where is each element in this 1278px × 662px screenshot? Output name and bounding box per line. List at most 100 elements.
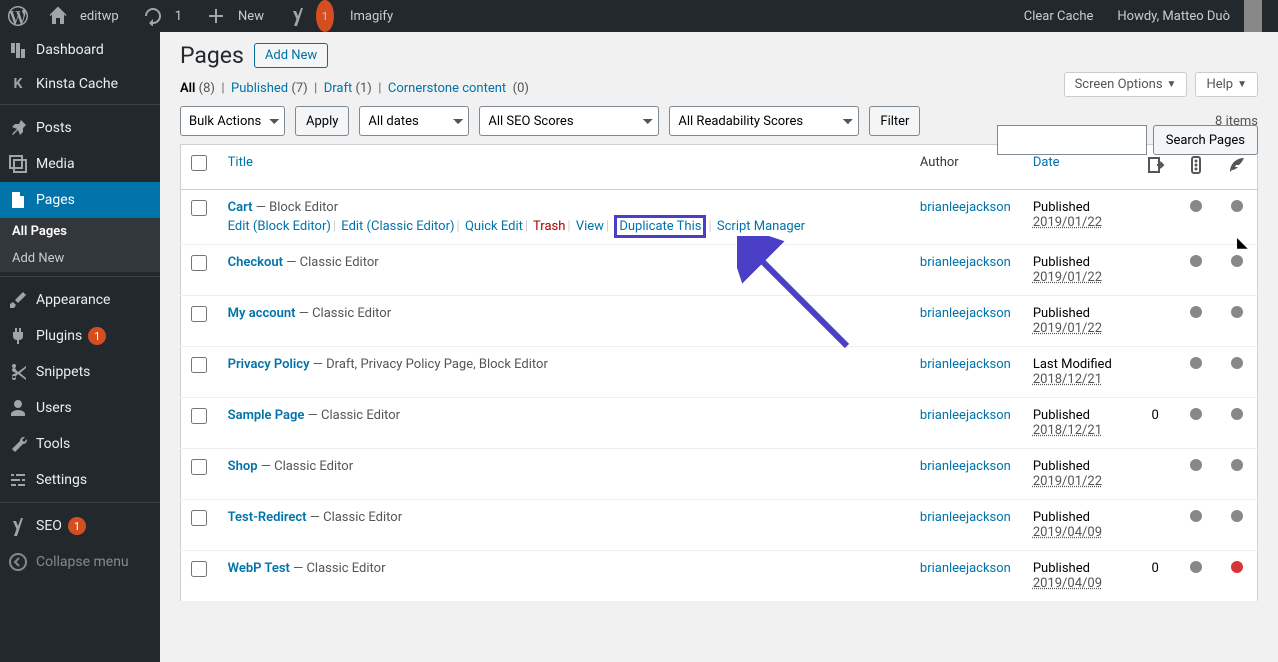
readability-dot	[1231, 357, 1243, 369]
author-link[interactable]: brianleejackson	[920, 561, 1011, 576]
duplicate-link[interactable]: Duplicate This	[614, 215, 706, 238]
comments-cell	[1135, 296, 1176, 347]
date-label: Last Modified	[1033, 357, 1112, 372]
author-link[interactable]: brianleejackson	[920, 459, 1011, 474]
sidebar-item-dashboard[interactable]: Dashboard	[0, 32, 160, 68]
main-content: Screen Options▼ Help▼ Pages Add New All …	[160, 32, 1278, 662]
page-title-link[interactable]: Shop	[228, 459, 258, 474]
view-draft[interactable]: Draft	[324, 81, 353, 96]
row-checkbox[interactable]	[191, 200, 207, 216]
apply-button[interactable]: Apply	[295, 106, 349, 136]
row-checkbox[interactable]	[191, 459, 207, 475]
bulk-actions-select[interactable]: Bulk Actions	[180, 106, 285, 136]
page-title-link[interactable]: My account	[228, 306, 296, 321]
date-label: Published	[1033, 561, 1090, 576]
dates-select[interactable]: All dates	[359, 106, 469, 136]
row-checkbox[interactable]	[191, 306, 207, 322]
sidebar-item-users[interactable]: Users	[0, 390, 160, 426]
sidebar-item-plugins[interactable]: Plugins1	[0, 318, 160, 354]
edit-classic-link[interactable]: Edit (Classic Editor)	[341, 219, 454, 234]
author-link[interactable]: brianleejackson	[920, 255, 1011, 270]
sidebar-item-media[interactable]: Media	[0, 146, 160, 182]
seo-dot	[1190, 306, 1202, 318]
table-row: Privacy Policy — Draft, Privacy Policy P…	[181, 347, 1258, 398]
view-link[interactable]: View	[576, 219, 604, 234]
sidebar-subitem-all-pages[interactable]: All Pages	[0, 218, 160, 245]
row-checkbox[interactable]	[191, 408, 207, 424]
add-new-button[interactable]: Add New	[254, 43, 328, 68]
table-row: Sample Page — Classic Editor brianleejac…	[181, 398, 1258, 449]
page-title-link[interactable]: Sample Page	[228, 408, 305, 423]
sidebar-item-appearance[interactable]: Appearance	[0, 282, 160, 318]
sidebar-collapse[interactable]: Collapse menu	[0, 544, 160, 580]
page-state: — Classic Editor	[283, 255, 379, 270]
script-manager-link[interactable]: Script Manager	[717, 219, 805, 234]
admin-sidebar: Dashboard KKinsta Cache Posts Media Page…	[0, 32, 160, 662]
page-title-link[interactable]: Privacy Policy	[228, 357, 310, 372]
author-link[interactable]: brianleejackson	[920, 306, 1011, 321]
sidebar-item-pages[interactable]: Pages	[0, 182, 160, 218]
view-cornerstone[interactable]: Cornerstone content	[388, 81, 506, 96]
seo-dot	[1190, 459, 1202, 471]
sidebar-item-settings[interactable]: Settings	[0, 462, 160, 498]
row-checkbox[interactable]	[191, 510, 207, 526]
select-all-checkbox[interactable]	[191, 155, 207, 171]
sidebar-item-posts[interactable]: Posts	[0, 110, 160, 146]
page-title-link[interactable]: Test-Redirect	[228, 510, 307, 525]
table-row: Checkout — Classic Editor brianleejackso…	[181, 245, 1258, 296]
author-link[interactable]: brianleejackson	[920, 200, 1011, 215]
search-input[interactable]	[997, 125, 1147, 155]
row-checkbox[interactable]	[191, 357, 207, 373]
yoast-link[interactable]: 1	[280, 0, 342, 32]
updates-link[interactable]: 1	[135, 0, 198, 32]
readability-select[interactable]: All Readability Scores	[669, 106, 859, 136]
search-button[interactable]: Search Pages	[1153, 125, 1258, 155]
seo-score-select[interactable]: All SEO Scores	[479, 106, 659, 136]
comments-cell: 0	[1135, 398, 1176, 449]
author-link[interactable]: brianleejackson	[920, 510, 1011, 525]
feather-icon	[1227, 155, 1247, 175]
sidebar-item-tools[interactable]: Tools	[0, 426, 160, 462]
new-link[interactable]: New	[198, 0, 280, 32]
clear-cache-link[interactable]: Clear Cache	[1016, 0, 1102, 32]
page-title-link[interactable]: Checkout	[228, 255, 283, 270]
view-published[interactable]: Published	[231, 81, 288, 96]
sidebar-item-snippets[interactable]: Snippets	[0, 354, 160, 390]
plus-icon	[206, 6, 226, 26]
readability-dot	[1231, 561, 1243, 573]
date-value: 2019/04/09	[1033, 525, 1102, 540]
date-value: 2019/01/22	[1033, 474, 1102, 489]
howdy-link[interactable]: Howdy, Matteo Duò	[1101, 0, 1270, 32]
trash-link[interactable]: Trash	[533, 219, 565, 234]
page-title-link[interactable]: WebP Test	[228, 561, 290, 576]
page-title-link[interactable]: Cart	[228, 200, 253, 215]
wp-logo[interactable]	[0, 0, 40, 32]
quick-edit-link[interactable]: Quick Edit	[465, 219, 523, 234]
link-in-icon	[1145, 155, 1165, 175]
screen-options-button[interactable]: Screen Options▼	[1064, 72, 1188, 97]
view-all[interactable]: All	[180, 81, 195, 96]
readability-dot	[1231, 255, 1243, 267]
page-state: — Block Editor	[253, 200, 339, 215]
home-icon	[48, 6, 68, 26]
imagify-link[interactable]: Imagify	[342, 0, 401, 32]
sidebar-item-seo[interactable]: SEO1	[0, 508, 160, 544]
sidebar-item-kinsta[interactable]: KKinsta Cache	[0, 68, 160, 100]
row-checkbox[interactable]	[191, 255, 207, 271]
col-title[interactable]: Title	[218, 145, 910, 190]
avatar	[1244, 0, 1262, 32]
edit-block-link[interactable]: Edit (Block Editor)	[228, 219, 331, 234]
help-button[interactable]: Help▼	[1195, 72, 1258, 97]
site-link[interactable]: editwp	[40, 0, 135, 32]
page-title: Pages	[180, 42, 244, 69]
author-link[interactable]: brianleejackson	[920, 357, 1011, 372]
row-checkbox[interactable]	[191, 561, 207, 577]
readability-dot	[1231, 408, 1243, 420]
brush-icon	[8, 290, 28, 310]
comments-cell	[1135, 449, 1176, 500]
sidebar-subitem-add-new[interactable]: Add New	[0, 245, 160, 272]
filter-button[interactable]: Filter	[869, 106, 920, 136]
seo-dot	[1190, 561, 1202, 573]
date-label: Published	[1033, 200, 1090, 215]
author-link[interactable]: brianleejackson	[920, 408, 1011, 423]
